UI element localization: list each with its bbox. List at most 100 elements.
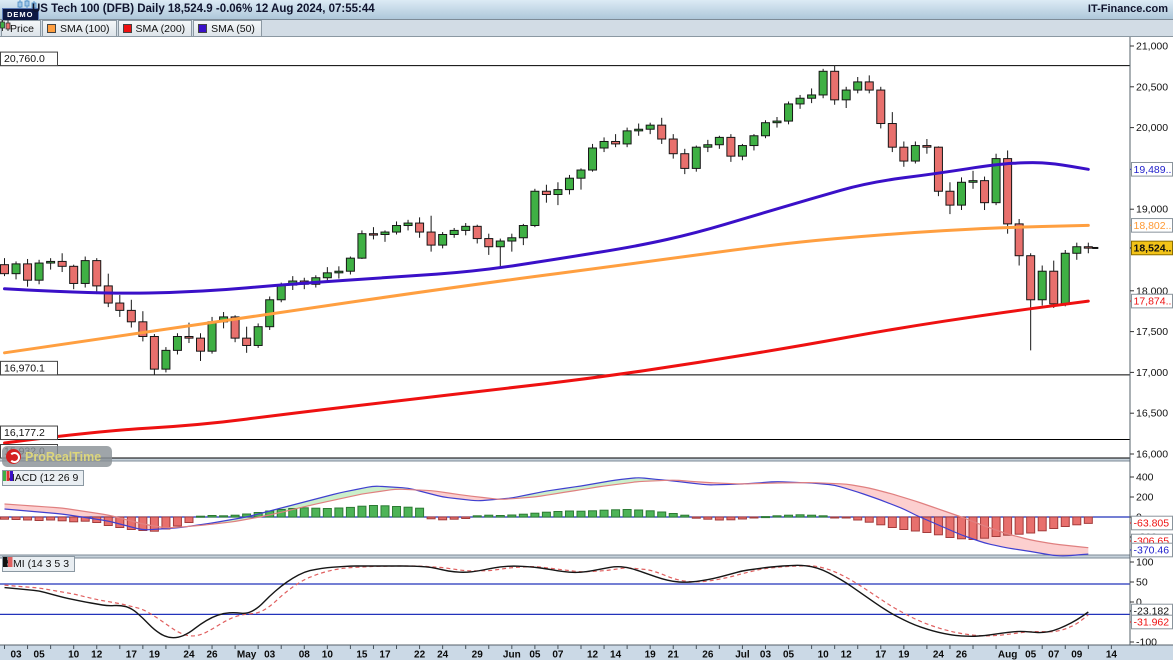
price-level-lines	[0, 66, 1130, 458]
svg-text:-31.962: -31.962	[1134, 617, 1170, 629]
main-price-panel[interactable]: 20,760.016,970.116,177.215,932.0	[0, 52, 1130, 458]
svg-text:17,874..: 17,874..	[1134, 296, 1172, 308]
svg-text:17,000: 17,000	[1136, 367, 1168, 379]
svg-text:08: 08	[299, 650, 311, 660]
svg-text:17: 17	[379, 650, 391, 660]
svg-text:Jun: Jun	[503, 650, 521, 660]
smi-legend-button[interactable]: SMI (14 3 5 3	[2, 556, 75, 572]
legend-price[interactable]: Price	[1, 20, 41, 36]
level-label: 16,970.1	[1, 361, 58, 375]
svg-text:17,500: 17,500	[1136, 326, 1168, 338]
svg-text:400: 400	[1136, 472, 1154, 484]
svg-text:10: 10	[818, 650, 830, 660]
legend-label: SMA (50)	[211, 23, 255, 35]
axis-value-label: 17,874..	[1130, 294, 1173, 308]
svg-text:200: 200	[1136, 492, 1154, 504]
svg-text:-63.805: -63.805	[1134, 518, 1170, 530]
macd-legend-button[interactable]: MACD (12 26 9	[2, 470, 84, 486]
chart-canvas[interactable]: 03 05 10 12 17 19 24 26 May 03 08 10 15 17 22 24 29 Jun 05…	[0, 0, 1173, 660]
svg-text:21,000: 21,000	[1136, 41, 1168, 53]
smi-line	[5, 565, 1089, 637]
svg-text:03: 03	[264, 650, 276, 660]
macd-panel[interactable]	[0, 478, 1130, 557]
svg-text:16,970.1: 16,970.1	[4, 362, 45, 374]
svg-text:26: 26	[956, 650, 968, 660]
overlay-sma-100	[5, 225, 1089, 352]
svg-text:05: 05	[529, 650, 541, 660]
svg-text:-370.46: -370.46	[1134, 545, 1170, 557]
swatch-icon	[198, 24, 207, 33]
svg-text:16,177.2: 16,177.2	[4, 427, 45, 439]
smi-panel[interactable]	[0, 565, 1130, 637]
svg-text:03: 03	[760, 650, 772, 660]
legend-sma-100[interactable]: SMA (100)	[42, 20, 117, 36]
y-axis: 21,00020,50020,00019,00018,00017,50017,0…	[1130, 37, 1173, 649]
swatch-icon	[47, 24, 56, 33]
svg-text:20,760.0: 20,760.0	[4, 53, 45, 65]
svg-text:-100: -100	[1136, 637, 1157, 649]
svg-text:19,000: 19,000	[1136, 204, 1168, 216]
svg-text:16,000: 16,000	[1136, 449, 1168, 461]
panel-separator[interactable]	[0, 555, 1130, 558]
svg-text:Jul: Jul	[735, 650, 750, 660]
axis-value-label: 19,489..	[1130, 162, 1173, 176]
brand-link[interactable]: IT-Finance.com	[1088, 3, 1168, 15]
axis-value-label: 18,802..	[1130, 219, 1173, 233]
svg-text:26: 26	[206, 650, 218, 660]
axis-value-label: -63.805	[1130, 516, 1173, 530]
x-axis: 03 05 10 12 17 19 24 26 May 03 08 10 15 17 22 24 29 Jun 05…	[0, 645, 1173, 660]
prorealtime-watermark: ProRealTime	[2, 446, 112, 467]
svg-text:12: 12	[841, 650, 853, 660]
svg-text:05: 05	[783, 650, 795, 660]
svg-text:16,500: 16,500	[1136, 408, 1168, 420]
svg-text:20,500: 20,500	[1136, 81, 1168, 93]
macd-icon	[3, 471, 13, 481]
svg-text:100: 100	[1136, 557, 1154, 569]
title-bar: DEMO US Tech 100 (DFB) Daily 18,524.9 -0…	[0, 0, 1173, 20]
prorealtime-watermark-text: ProRealTime	[25, 450, 101, 464]
swatch-icon	[123, 24, 132, 33]
svg-text:12: 12	[91, 650, 103, 660]
legend-sma-50[interactable]: SMA (50)	[193, 20, 262, 36]
instrument-title: US Tech 100 (DFB) Daily 18,524.9 -0.06% …	[32, 3, 375, 15]
smi-legend-label: SMI (14 3 5 3	[6, 558, 69, 570]
svg-text:18,802..: 18,802..	[1134, 220, 1172, 232]
svg-text:19: 19	[149, 650, 161, 660]
legend-label: SMA (100)	[60, 23, 110, 35]
smi-icon	[3, 557, 13, 567]
svg-text:24: 24	[933, 650, 945, 660]
svg-text:12: 12	[587, 650, 599, 660]
svg-text:19: 19	[645, 650, 657, 660]
svg-text:09: 09	[1071, 650, 1083, 660]
svg-text:14: 14	[1106, 650, 1118, 660]
svg-text:14: 14	[610, 650, 622, 660]
svg-text:07: 07	[552, 650, 564, 660]
svg-text:24: 24	[437, 650, 449, 660]
svg-text:29: 29	[472, 650, 484, 660]
legend-sma-200[interactable]: SMA (200)	[118, 20, 193, 36]
svg-text:26: 26	[702, 650, 714, 660]
legend-label: SMA (200)	[136, 23, 186, 35]
svg-text:24: 24	[183, 650, 195, 660]
prorealtime-logo-icon	[6, 449, 21, 464]
svg-text:21: 21	[668, 650, 680, 660]
svg-text:15: 15	[356, 650, 368, 660]
svg-text:10: 10	[68, 650, 80, 660]
macd-legend-label: MACD (12 26 9	[6, 472, 78, 484]
level-label: 16,177.2	[1, 426, 58, 440]
svg-text:22: 22	[414, 650, 426, 660]
axis-value-label: -31.962	[1130, 615, 1173, 629]
svg-text:18,524..: 18,524..	[1134, 243, 1172, 255]
svg-text:20,000: 20,000	[1136, 122, 1168, 134]
legend-label: Price	[10, 23, 34, 35]
svg-text:Aug: Aug	[998, 650, 1017, 660]
axis-value-label: 18,524..	[1130, 241, 1173, 255]
svg-text:19,489..: 19,489..	[1134, 164, 1172, 176]
chart-application: 03 05 10 12 17 19 24 26 May 03 08 10 15 17 22 24 29 Jun 05…	[0, 0, 1173, 660]
smi-signal-line	[5, 566, 1089, 636]
svg-text:May: May	[237, 650, 257, 660]
svg-text:17: 17	[126, 650, 138, 660]
svg-text:05: 05	[34, 650, 46, 660]
series-legend-bar: Price SMA (100) SMA (200) SMA (50)	[0, 20, 1173, 37]
overlay-sma-200	[5, 301, 1089, 443]
